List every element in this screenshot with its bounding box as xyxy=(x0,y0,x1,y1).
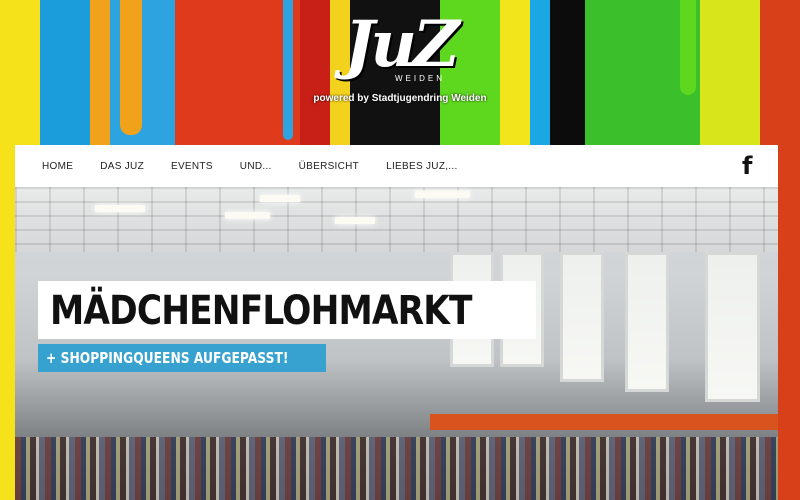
facebook-icon[interactable]: f xyxy=(742,154,756,178)
paint-drip xyxy=(505,0,530,140)
paint-drip xyxy=(220,0,238,120)
hall-window xyxy=(560,252,604,382)
nav-item-uebersicht[interactable]: ÜBERSICHT xyxy=(299,161,359,172)
site-tagline: powered by Stadtjugendring Weiden xyxy=(313,93,487,104)
hall-window xyxy=(705,252,760,402)
nav-item-home[interactable]: HOME xyxy=(42,161,73,172)
hero-image: MÄDCHENFLOHMARKT + SHOPPINGQUEENS AUFGEP… xyxy=(15,187,778,500)
hero-subtitle[interactable]: + SHOPPINGQUEENS AUFGEPASST! xyxy=(46,349,288,367)
ceiling-light xyxy=(260,195,300,202)
ceiling-light xyxy=(415,191,470,198)
paint-drip xyxy=(120,0,142,135)
paint-drip xyxy=(600,0,612,80)
paint-drip xyxy=(283,0,293,140)
logo-sub: WEIDEN xyxy=(395,74,445,83)
nav-item-das-juz[interactable]: DAS JUZ xyxy=(100,161,144,172)
ceiling-light xyxy=(225,212,270,219)
logo-mark: JuZ xyxy=(344,7,460,82)
nav-item-events[interactable]: EVENTS xyxy=(171,161,213,172)
nav-item-liebes-juz[interactable]: LIEBES JUZ,... xyxy=(386,161,457,172)
site-logo[interactable]: JuZ WEIDEN powered by Stadtjugendring We… xyxy=(300,8,500,123)
paint-drip xyxy=(680,0,696,95)
hall-balcony xyxy=(430,414,778,430)
content-frame: HOME DAS JUZ EVENTS UND... ÜBERSICHT LIE… xyxy=(15,145,778,500)
ceiling-light xyxy=(95,205,145,212)
paint-drip xyxy=(60,0,74,110)
nav-item-und[interactable]: UND... xyxy=(240,161,272,172)
hero-subtitle-box: + SHOPPINGQUEENS AUFGEPASST! xyxy=(38,344,326,372)
market-crowd xyxy=(15,437,778,500)
ceiling-light xyxy=(335,217,375,224)
hero-title-box: MÄDCHENFLOHMARKT xyxy=(38,281,536,339)
main-navigation: HOME DAS JUZ EVENTS UND... ÜBERSICHT LIE… xyxy=(15,145,778,187)
hall-window xyxy=(625,252,669,392)
hero-title[interactable]: MÄDCHENFLOHMARKT xyxy=(50,288,473,334)
hero-ceiling xyxy=(15,187,778,252)
